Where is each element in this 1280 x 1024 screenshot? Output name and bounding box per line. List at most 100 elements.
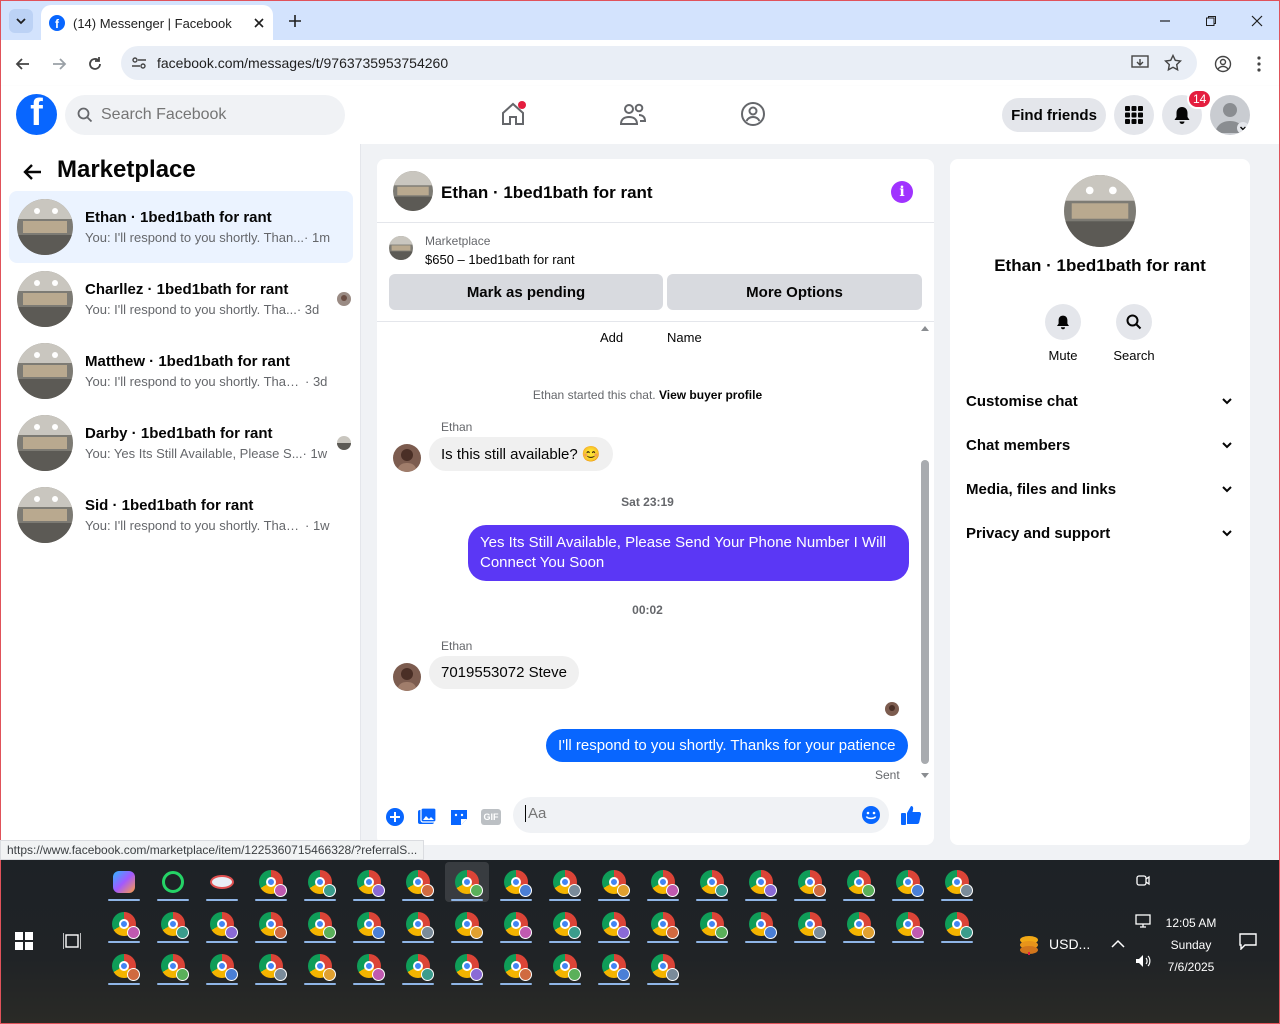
chrome-window[interactable] <box>249 862 293 902</box>
back-button[interactable] <box>21 160 45 184</box>
chrome-window[interactable] <box>200 946 244 986</box>
chrome-window[interactable] <box>396 904 440 944</box>
chrome-window[interactable] <box>396 946 440 986</box>
chrome-window[interactable] <box>249 946 293 986</box>
profile-button[interactable] <box>1209 50 1237 78</box>
minimize-button[interactable] <box>1142 7 1188 35</box>
chrome-window[interactable] <box>788 862 832 902</box>
message-input-wrap[interactable] <box>513 797 889 833</box>
conversation-item[interactable]: Sid · 1bed1bath for rant You: I'll respo… <box>9 479 353 551</box>
facebook-logo-icon[interactable]: f <box>16 94 57 135</box>
conversation-item[interactable]: Charllez · 1bed1bath for rant You: I'll … <box>9 263 353 335</box>
incoming-message[interactable]: 7019553072 Steve <box>429 656 579 689</box>
thumbs-up-icon[interactable] <box>899 803 923 827</box>
conversation-item[interactable]: Darby · 1bed1bath for rant You: Yes Its … <box>9 407 353 479</box>
chrome-window[interactable] <box>543 946 587 986</box>
chrome-window[interactable] <box>102 946 146 986</box>
scroll-down-icon[interactable] <box>920 772 930 780</box>
message-input[interactable] <box>525 805 845 822</box>
site-settings-icon[interactable] <box>131 55 147 71</box>
chrome-window[interactable] <box>690 862 734 902</box>
add-action-label[interactable]: Add <box>600 330 623 345</box>
message-scrollbar[interactable] <box>918 326 930 782</box>
chrome-window[interactable] <box>347 862 391 902</box>
chrome-window[interactable] <box>543 862 587 902</box>
chrome-window[interactable] <box>641 946 685 986</box>
install-app-icon[interactable] <box>1131 55 1149 71</box>
chat-members-row[interactable]: Chat members <box>958 423 1242 467</box>
copilot-app[interactable] <box>102 862 146 902</box>
browser-tab-active[interactable]: f (14) Messenger | Facebook <box>41 5 273 41</box>
name-action-label[interactable]: Name <box>667 330 702 345</box>
find-friends-button[interactable]: Find friends <box>1002 98 1106 132</box>
media-files-links-row[interactable]: Media, files and links <box>958 467 1242 511</box>
incoming-message[interactable]: Is this still available? 😊 <box>429 437 613 471</box>
chrome-window[interactable] <box>445 862 489 902</box>
whatsapp-app[interactable] <box>151 862 195 902</box>
search-in-chat-button[interactable]: Search <box>1104 304 1164 363</box>
system-clock[interactable]: 12:05 AM Sunday 7/6/2025 <box>1161 912 1221 978</box>
customise-chat-row[interactable]: Customise chat <box>958 379 1242 423</box>
chrome-window[interactable] <box>592 862 636 902</box>
outgoing-message[interactable]: Yes Its Still Available, Please Send You… <box>468 525 909 581</box>
outgoing-message[interactable]: I'll respond to you shortly. Thanks for … <box>546 729 908 762</box>
snipping-tool-app[interactable] <box>200 862 244 902</box>
currency-widget[interactable]: USD... <box>1017 932 1090 956</box>
back-button[interactable] <box>9 50 37 78</box>
chrome-window[interactable] <box>298 862 342 902</box>
chrome-window[interactable] <box>445 946 489 986</box>
close-window-button[interactable] <box>1234 7 1280 35</box>
nav-home[interactable] <box>495 96 531 132</box>
nav-friends[interactable] <box>615 96 651 132</box>
menu-button[interactable] <box>1114 95 1154 135</box>
chrome-window[interactable] <box>151 946 195 986</box>
chrome-window[interactable] <box>641 904 685 944</box>
chat-title[interactable]: Ethan · 1bed1bath for rant <box>441 183 653 203</box>
chrome-window[interactable] <box>739 904 783 944</box>
conversation-item[interactable]: Ethan · 1bed1bath for rant You: I'll res… <box>9 191 353 263</box>
sender-avatar[interactable] <box>393 444 421 472</box>
info-icon[interactable]: i <box>891 181 913 203</box>
chrome-window[interactable] <box>102 904 146 944</box>
photo-icon[interactable] <box>415 805 439 829</box>
chrome-window[interactable] <box>837 862 881 902</box>
chrome-window[interactable] <box>494 946 538 986</box>
chat-thumbnail[interactable] <box>393 171 433 211</box>
start-button[interactable] <box>15 932 33 955</box>
mark-as-pending-button[interactable]: Mark as pending <box>389 274 663 310</box>
more-options-button[interactable]: More Options <box>667 274 922 310</box>
scrollbar-thumb[interactable] <box>921 460 929 764</box>
nav-groups[interactable] <box>735 96 771 132</box>
chrome-window[interactable] <box>249 904 293 944</box>
emoji-icon[interactable] <box>861 805 881 825</box>
chrome-window[interactable] <box>494 904 538 944</box>
chrome-window[interactable] <box>592 904 636 944</box>
chrome-window[interactable] <box>396 862 440 902</box>
profile-avatar[interactable] <box>1210 95 1250 135</box>
chrome-window[interactable] <box>347 946 391 986</box>
chrome-window[interactable] <box>641 862 685 902</box>
chrome-window[interactable] <box>739 862 783 902</box>
tab-search-dropdown[interactable] <box>9 9 33 33</box>
show-hidden-icons-button[interactable] <box>1111 936 1125 954</box>
chrome-window[interactable] <box>200 904 244 944</box>
facebook-search[interactable] <box>65 95 345 135</box>
view-buyer-profile-link[interactable]: View buyer profile <box>659 388 762 402</box>
chrome-window[interactable] <box>935 904 979 944</box>
chrome-window[interactable] <box>788 904 832 944</box>
reload-button[interactable] <box>81 50 109 78</box>
close-icon[interactable] <box>253 17 265 29</box>
chrome-window[interactable] <box>886 862 930 902</box>
chrome-window[interactable] <box>298 946 342 986</box>
network-icon[interactable] <box>1135 914 1151 933</box>
plus-circle-icon[interactable] <box>383 805 407 829</box>
chrome-window[interactable] <box>494 862 538 902</box>
chrome-window[interactable] <box>690 904 734 944</box>
new-tab-button[interactable] <box>283 9 307 33</box>
chrome-window[interactable] <box>543 904 587 944</box>
chrome-window[interactable] <box>935 862 979 902</box>
meet-now-icon[interactable] <box>1135 872 1151 893</box>
restore-button[interactable] <box>1188 7 1234 35</box>
chrome-window[interactable] <box>886 904 930 944</box>
conversation-item[interactable]: Matthew · 1bed1bath for rant You: I'll r… <box>9 335 353 407</box>
